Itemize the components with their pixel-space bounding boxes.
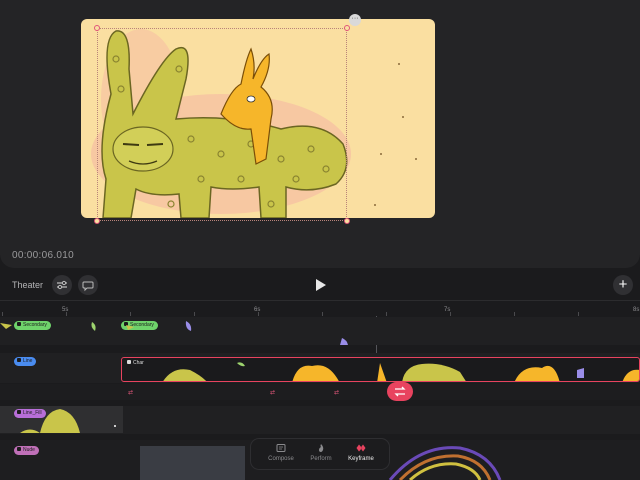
playhead-timecode: 00:00:06.010 — [12, 250, 74, 261]
selection-bounding-box[interactable] — [97, 28, 347, 221]
char-clip-label: Char — [133, 360, 144, 366]
ruler-tick — [450, 312, 451, 316]
preview-stage: ··· 00:00:06.010 — [0, 0, 640, 268]
char-clip[interactable]: Char — [121, 357, 640, 382]
selection-handle-top-left[interactable] — [94, 25, 100, 31]
line-fill-track-tag[interactable]: Line_Fill — [14, 409, 46, 418]
speech-bubble-icon — [82, 281, 94, 292]
selection-handle-bottom-left[interactable] — [94, 218, 100, 224]
keyframe-marker[interactable]: ⇄ — [334, 389, 339, 396]
ruler-tick — [258, 312, 259, 316]
ruler-tick — [514, 312, 515, 316]
line-track-label: Line — [23, 358, 33, 364]
theater-button[interactable]: Theater — [4, 275, 51, 295]
keyframe-icon — [356, 444, 366, 452]
selection-handle-bottom-right[interactable] — [344, 218, 350, 224]
ruler-tick — [130, 312, 131, 316]
mode-perform[interactable]: Perform — [301, 443, 341, 462]
ruler-label: 8s — [633, 307, 640, 313]
add-button[interactable]: + — [613, 275, 633, 295]
sliders-icon — [57, 280, 67, 290]
add-keyframe-button[interactable] — [387, 382, 413, 401]
track-settings-button[interactable] — [52, 275, 72, 295]
secondary-track-thumbnails — [0, 321, 348, 345]
mode-compose-label: Compose — [268, 456, 294, 462]
char-clip-tag: Char — [124, 359, 148, 368]
mode-switcher: Compose Perform Keyframe — [250, 438, 390, 470]
ruler-tick — [2, 312, 3, 316]
line-track-tag[interactable]: Line — [14, 357, 37, 366]
timeline-toolbar: Theater + — [0, 270, 640, 300]
mode-perform-label: Perform — [310, 456, 332, 462]
nude-track-label: Nude — [23, 447, 35, 453]
play-icon — [316, 279, 326, 291]
keyframe-marker[interactable]: ⇄ — [270, 389, 275, 396]
keyframe-row — [0, 384, 640, 400]
play-button[interactable] — [312, 277, 328, 293]
mode-keyframe[interactable]: Keyframe — [341, 443, 381, 462]
ruler-tick — [578, 312, 579, 316]
comment-button[interactable] — [78, 275, 98, 295]
keyframe-marker[interactable]: ⇄ — [128, 389, 133, 396]
ruler-tick — [66, 312, 67, 316]
more-options-button[interactable]: ··· — [349, 14, 361, 26]
mode-keyframe-label: Keyframe — [348, 456, 374, 462]
line-fill-track-label: Line_Fill — [23, 410, 42, 416]
nude-track-tag[interactable]: Nude — [14, 446, 39, 455]
char-clip-thumbnails — [163, 362, 639, 381]
compose-icon — [276, 444, 286, 452]
ruler-tick — [194, 312, 195, 316]
ruler-tick — [386, 312, 387, 316]
perform-icon — [319, 444, 324, 452]
mode-compose[interactable]: Compose — [261, 443, 301, 462]
ruler-tick — [322, 312, 323, 316]
app-window: ··· 00:00:06.010 Theater + 5s 6s 7s 8s S… — [0, 0, 640, 480]
selection-handle-top-right[interactable] — [344, 25, 350, 31]
timeline-ruler[interactable]: 5s 6s 7s 8s — [0, 300, 640, 316]
keyframe-swap-icon — [394, 386, 406, 397]
